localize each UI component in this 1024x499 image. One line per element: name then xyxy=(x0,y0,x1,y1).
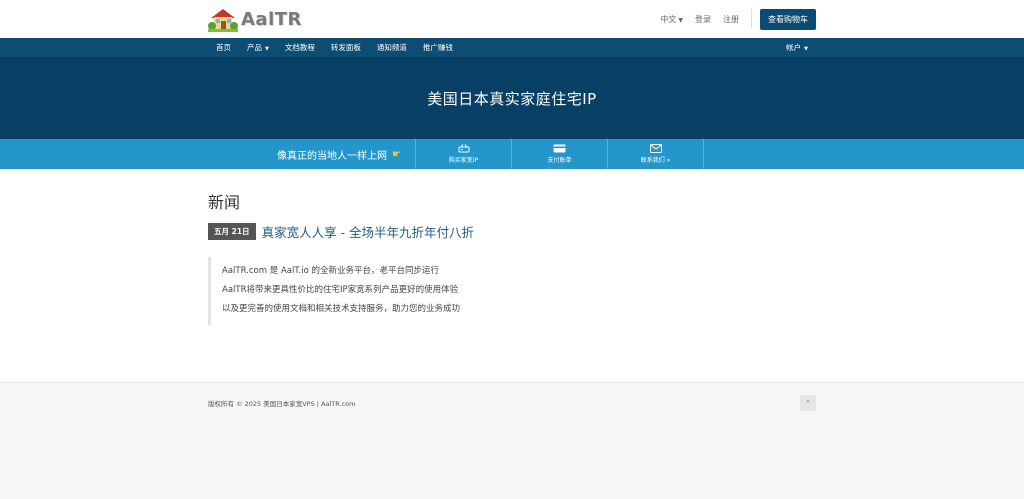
news-excerpt: AalTR.com 是 AalT.io 的全新业务平台，老平台同步运行 AalT… xyxy=(208,257,816,325)
pointing-hand-icon: ☛ xyxy=(392,148,401,160)
nav-item-notice-channel[interactable]: 通知频道 xyxy=(377,42,407,53)
footer: 版权所有 © 2025 美国日本家宽VPS | AalTR.com ⌃ xyxy=(0,382,1024,499)
language-selector[interactable]: 中文 ▼ xyxy=(660,14,683,25)
date-badge: 五月 21日 xyxy=(208,223,256,240)
top-header: AalTR 中文 ▼ 登录 注册 查看购物车 xyxy=(0,0,1024,38)
chevron-down-icon: ▼ xyxy=(265,46,269,52)
banner-title: 美国日本真实家庭住宅IP xyxy=(427,89,597,108)
hero-banner: 美国日本真实家庭住宅IP xyxy=(0,57,1024,139)
view-cart-button[interactable]: 查看购物车 xyxy=(760,8,816,30)
account-menu[interactable]: 帐户 ▼ xyxy=(786,42,808,53)
news-item-header: 五月 21日 真家宽人人享 - 全场半年九折年付八折 xyxy=(208,222,816,241)
nav-item-products[interactable]: 产品 ▼ xyxy=(247,42,269,53)
page-title: 新闻 xyxy=(208,193,241,212)
divider xyxy=(751,9,752,29)
logo-text: AalTR xyxy=(241,8,302,30)
slogan: 像真正的当地人一样上网 ☛ xyxy=(208,139,416,169)
news-headline-link[interactable]: 真家宽人人享 - 全场半年九折年付八折 xyxy=(262,222,474,241)
slogan-text: 像真正的当地人一样上网 xyxy=(277,150,388,162)
main-nav: 首页 产品 ▼ 文档教程 转发面板 通知频道 推广赚钱 帐户 ▼ xyxy=(0,38,1024,57)
strip-item-label: 支付账单 xyxy=(547,157,572,164)
strip-item-label: 联系我们 » xyxy=(640,157,671,164)
news-line: AalTR.com 是 AalT.io 的全新业务平台，老平台同步运行 xyxy=(222,266,439,276)
credit-card-icon xyxy=(553,144,566,153)
house-logo-icon xyxy=(208,6,238,32)
buy-residential-ip-link[interactable]: 购买家宽IP xyxy=(416,139,512,169)
news-line: 以及更完善的使用文档和相关技术支持服务，助力您的业务成功 xyxy=(222,304,461,314)
feature-strip: 像真正的当地人一样上网 ☛ 购买家宽IP 支付账单 联系我们 » xyxy=(0,139,1024,169)
nav-item-docs[interactable]: 文档教程 xyxy=(285,42,315,53)
chevron-down-icon: ▼ xyxy=(804,46,808,52)
main-content: 新闻 五月 21日 真家宽人人享 - 全场半年九折年付八折 AalTR.com … xyxy=(0,169,1024,382)
back-to-top-button[interactable]: ⌃ xyxy=(800,395,816,411)
router-icon xyxy=(458,144,469,153)
copyright-text: 版权所有 © 2025 美国日本家宽VPS | AalTR.com xyxy=(208,400,356,408)
account-label: 帐户 xyxy=(786,43,802,52)
login-link[interactable]: 登录 xyxy=(695,14,711,25)
site-logo[interactable]: AalTR xyxy=(208,6,302,32)
nav-item-affiliate[interactable]: 推广赚钱 xyxy=(423,42,453,53)
register-link[interactable]: 注册 xyxy=(723,14,739,25)
contact-us-link[interactable]: 联系我们 » xyxy=(608,139,704,169)
chevron-up-icon: ⌃ xyxy=(804,398,812,408)
strip-item-label: 购买家宽IP xyxy=(448,157,479,164)
nav-item-forward-panel[interactable]: 转发面板 xyxy=(331,42,361,53)
news-line: AalTR将带来更具性价比的住宅IP家宽系列产品更好的使用体验 xyxy=(222,285,459,295)
nav-item-home[interactable]: 首页 xyxy=(216,42,231,53)
language-label: 中文 xyxy=(660,14,677,24)
pay-bill-link[interactable]: 支付账单 xyxy=(512,139,608,169)
envelope-icon xyxy=(649,144,662,153)
nav-item-label: 产品 xyxy=(247,43,262,52)
chevron-down-icon: ▼ xyxy=(678,16,683,24)
